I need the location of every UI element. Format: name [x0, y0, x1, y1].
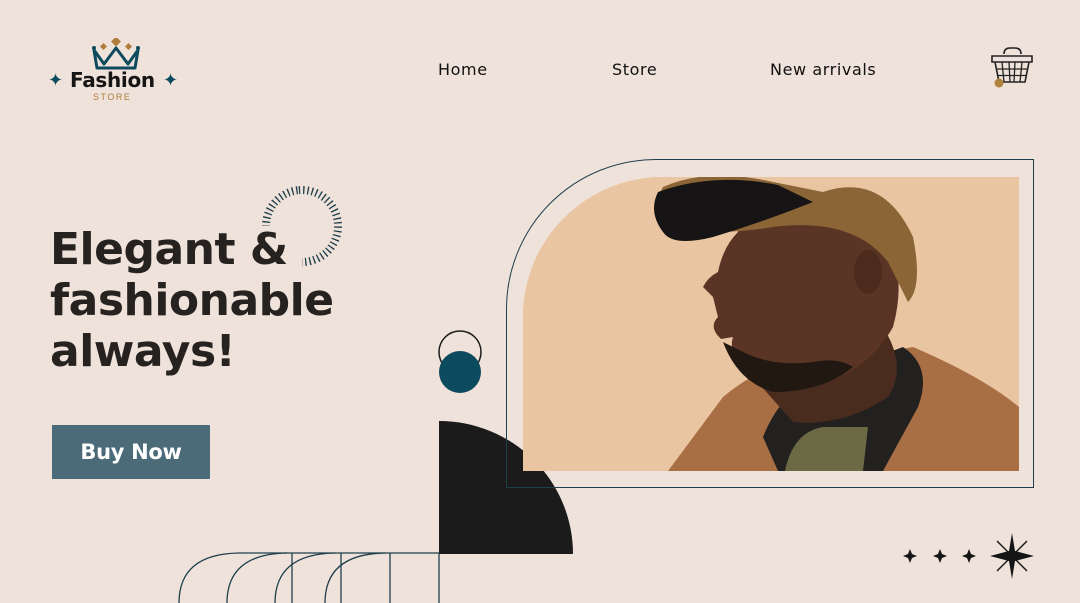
- sparkles-decoration: [903, 533, 1034, 579]
- nav-home-link[interactable]: Home: [438, 60, 488, 79]
- nav-store-link[interactable]: Store: [612, 60, 657, 79]
- headline-line-2: fashionable: [50, 275, 334, 326]
- brand-tagline: STORE: [93, 92, 132, 102]
- buy-now-button[interactable]: Buy Now: [52, 425, 210, 479]
- brand-name: Fashion: [70, 68, 155, 92]
- shopping-basket-icon[interactable]: [988, 44, 1036, 90]
- crown-icon: [92, 38, 140, 70]
- sparkle-icon: ✦: [163, 70, 179, 91]
- hero-headline: Elegant & fashionable always!: [50, 224, 430, 377]
- headline-line-1: Elegant &: [50, 224, 288, 275]
- arches-decoration: [178, 552, 440, 603]
- model-illustration: [523, 177, 1019, 471]
- hero-photo: [523, 177, 1019, 471]
- circles-decoration: [438, 330, 482, 393]
- sparkle-icon: ✦: [48, 70, 64, 91]
- nav-new-arrivals-link[interactable]: New arrivals: [770, 60, 876, 79]
- brand-logo[interactable]: ✦ Fashion ✦ STORE: [46, 36, 186, 106]
- headline-line-3: always!: [50, 326, 236, 377]
